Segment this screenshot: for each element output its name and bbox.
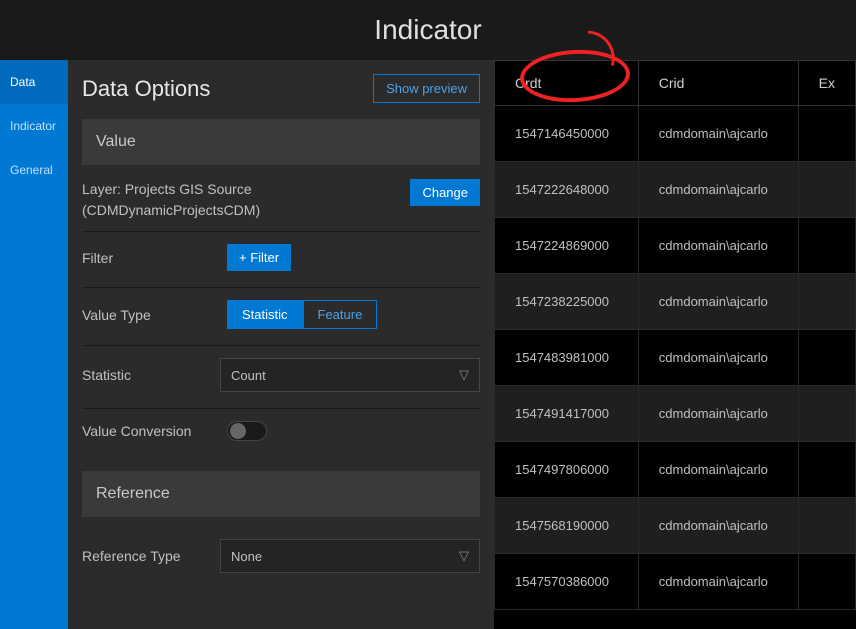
filter-label: Filter <box>82 250 227 266</box>
preview-panel: Crdt Crid Ex 1547146450000cdmdomain\ajca… <box>494 60 856 629</box>
table-row[interactable]: 1547146450000cdmdomain\ajcarlo <box>495 106 856 162</box>
divider <box>82 231 480 232</box>
cell-ex <box>798 554 855 610</box>
value-conversion-label: Value Conversion <box>82 423 227 439</box>
cell-crdt: 1547146450000 <box>495 106 639 162</box>
table-row[interactable]: 1547497806000cdmdomain\ajcarlo <box>495 442 856 498</box>
table-body: 1547146450000cdmdomain\ajcarlo 154722264… <box>495 106 856 610</box>
cell-crid: cdmdomain\ajcarlo <box>638 442 798 498</box>
chevron-down-icon: ▽ <box>459 367 469 383</box>
table-row[interactable]: 1547568190000cdmdomain\ajcarlo <box>495 498 856 554</box>
cell-ex <box>798 106 855 162</box>
divider <box>82 345 480 346</box>
cell-crdt: 1547491417000 <box>495 386 639 442</box>
statistic-dropdown-value: Count <box>231 368 266 383</box>
cell-crid: cdmdomain\ajcarlo <box>638 218 798 274</box>
add-filter-button[interactable]: + Filter <box>227 244 291 271</box>
reference-section-label: Reference <box>96 485 170 502</box>
table-header-ex[interactable]: Ex <box>798 61 855 106</box>
table-row[interactable]: 1547483981000cdmdomain\ajcarlo <box>495 330 856 386</box>
cell-ex <box>798 442 855 498</box>
value-type-statistic-button[interactable]: Statistic <box>227 300 303 329</box>
statistic-dropdown[interactable]: Count ▽ <box>220 358 480 392</box>
cell-crdt: 1547222648000 <box>495 162 639 218</box>
value-type-row: Value Type Statistic Feature <box>68 292 494 341</box>
divider <box>82 408 480 409</box>
value-conversion-row: Value Conversion <box>68 413 494 453</box>
table-row[interactable]: 1547224869000cdmdomain\ajcarlo <box>495 218 856 274</box>
cell-crid: cdmdomain\ajcarlo <box>638 498 798 554</box>
show-preview-button[interactable]: Show preview <box>373 74 480 103</box>
main-area: Data Indicator General Data Options Show… <box>0 60 856 629</box>
cell-crdt: 1547568190000 <box>495 498 639 554</box>
layer-row: Layer: Projects GIS Source (CDMDynamicPr… <box>68 179 494 227</box>
table-row[interactable]: 1547238225000cdmdomain\ajcarlo <box>495 274 856 330</box>
cell-crid: cdmdomain\ajcarlo <box>638 386 798 442</box>
cell-crdt: 1547497806000 <box>495 442 639 498</box>
cell-crid: cdmdomain\ajcarlo <box>638 162 798 218</box>
preview-table: Crdt Crid Ex 1547146450000cdmdomain\ajca… <box>494 60 856 610</box>
cell-ex <box>798 274 855 330</box>
table-header-crdt[interactable]: Crdt <box>495 61 639 106</box>
cell-crdt: 1547483981000 <box>495 330 639 386</box>
cell-crdt: 1547224869000 <box>495 218 639 274</box>
cell-crid: cdmdomain\ajcarlo <box>638 554 798 610</box>
cell-ex <box>798 498 855 554</box>
table-header-row: Crdt Crid Ex <box>495 61 856 106</box>
cell-crid: cdmdomain\ajcarlo <box>638 330 798 386</box>
config-panel: Data Options Show preview Value Layer: P… <box>68 60 494 629</box>
table-row[interactable]: 1547222648000cdmdomain\ajcarlo <box>495 162 856 218</box>
divider <box>82 287 480 288</box>
reference-type-dropdown-value: None <box>231 549 262 564</box>
value-type-label: Value Type <box>82 307 227 323</box>
cell-ex <box>798 162 855 218</box>
sidebar-item-indicator[interactable]: Indicator <box>0 104 68 148</box>
layer-label: Layer: Projects GIS Source (CDMDynamicPr… <box>82 179 410 221</box>
change-layer-button[interactable]: Change <box>410 179 480 206</box>
sidebar-item-data[interactable]: Data <box>0 60 68 104</box>
cell-crdt: 1547238225000 <box>495 274 639 330</box>
value-type-feature-button[interactable]: Feature <box>303 300 378 329</box>
value-section-label: Value <box>96 133 136 150</box>
value-section-header[interactable]: Value <box>82 119 480 165</box>
config-header: Data Options Show preview <box>68 60 494 115</box>
statistic-row: Statistic Count ▽ <box>68 350 494 404</box>
table-header-crid[interactable]: Crid <box>638 61 798 106</box>
table-row[interactable]: 1547570386000cdmdomain\ajcarlo <box>495 554 856 610</box>
reference-type-label: Reference Type <box>82 548 220 564</box>
statistic-label: Statistic <box>82 367 220 383</box>
table-row[interactable]: 1547491417000cdmdomain\ajcarlo <box>495 386 856 442</box>
chevron-down-icon: ▽ <box>459 548 469 564</box>
cell-crid: cdmdomain\ajcarlo <box>638 274 798 330</box>
cell-crdt: 1547570386000 <box>495 554 639 610</box>
app-title: Indicator <box>0 0 856 60</box>
sidebar-item-general[interactable]: General <box>0 148 68 192</box>
sidebar: Data Indicator General <box>0 60 68 629</box>
reference-section-header[interactable]: Reference <box>82 471 480 517</box>
reference-type-dropdown[interactable]: None ▽ <box>220 539 480 573</box>
reference-type-row: Reference Type None ▽ <box>68 531 494 585</box>
cell-ex <box>798 386 855 442</box>
filter-row: Filter + Filter <box>68 236 494 283</box>
cell-ex <box>798 330 855 386</box>
cell-ex <box>798 218 855 274</box>
value-conversion-toggle[interactable] <box>227 421 267 441</box>
cell-crid: cdmdomain\ajcarlo <box>638 106 798 162</box>
toggle-knob <box>230 423 246 439</box>
config-title: Data Options <box>82 76 210 102</box>
value-type-segmented: Statistic Feature <box>227 300 377 329</box>
